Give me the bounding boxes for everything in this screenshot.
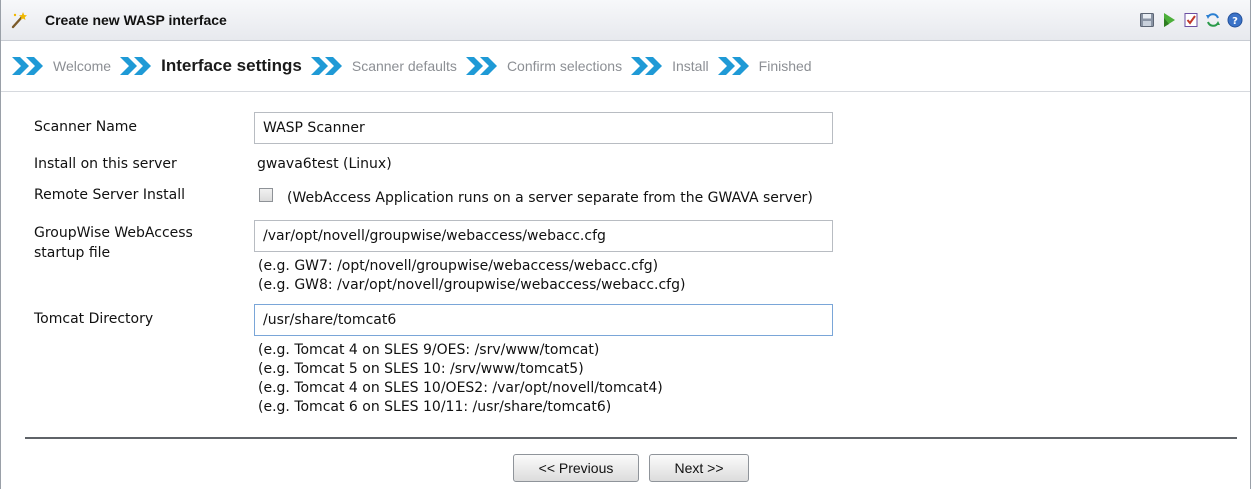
remote-install-checkbox[interactable]	[259, 188, 273, 202]
remote-install-description: (WebAccess Application runs on a server …	[287, 190, 813, 206]
wizard-wand-icon	[10, 11, 28, 29]
install-server-value: gwava6test (Linux)	[257, 156, 392, 172]
next-button[interactable]: Next >>	[649, 454, 749, 482]
step-chevron-icon	[120, 54, 154, 78]
wizard-step-label: Welcome	[53, 58, 112, 74]
tomcat-hint: (e.g. Tomcat 4 on SLES 9/OES: /srv/www/t…	[258, 342, 600, 358]
step-chevron-icon	[310, 54, 345, 78]
tomcat-hint: (e.g. Tomcat 5 on SLES 10: /srv/www/tomc…	[258, 361, 584, 377]
webaccess-file-label: GroupWise WebAccess	[34, 225, 193, 241]
tomcat-hint: (e.g. Tomcat 4 on SLES 10/OES2: /var/opt…	[258, 380, 663, 396]
wizard-step-label: Install	[672, 58, 709, 74]
run-icon[interactable]	[1161, 12, 1177, 28]
wizard-step-label: Finished	[758, 58, 812, 74]
step-chevron-icon	[12, 54, 46, 78]
step-chevron-icon	[717, 54, 752, 78]
checklist-icon[interactable]	[1183, 12, 1199, 28]
tomcat-dir-label: Tomcat Directory	[34, 311, 154, 327]
svg-text:?: ?	[1232, 16, 1238, 27]
webaccess-file-label-line2: startup file	[34, 245, 111, 261]
webaccess-file-input[interactable]	[254, 220, 833, 252]
step-chevron-icon	[631, 54, 665, 78]
wizard-step-label: Scanner defaults	[351, 58, 457, 74]
step-chevron-icon	[465, 54, 500, 78]
divider	[25, 437, 1237, 439]
help-icon[interactable]: ?	[1227, 12, 1243, 28]
install-server-label: Install on this server	[34, 156, 177, 172]
tomcat-hint: (e.g. Tomcat 6 on SLES 10/11: /usr/share…	[258, 399, 612, 415]
wizard-step-label: Confirm selections	[506, 58, 623, 74]
webaccess-hint: (e.g. GW8: /var/opt/novell/groupwise/web…	[258, 277, 686, 293]
window-title: Create new WASP interface	[45, 12, 227, 28]
wizard-step-label: Interface settings	[161, 56, 302, 75]
wizard-steps: Welcome Interface settings Scanner default…	[1, 41, 1250, 92]
scanner-name-label: Scanner Name	[34, 119, 138, 135]
toolbar: ?	[1139, 12, 1243, 28]
webaccess-hint: (e.g. GW7: /opt/novell/groupwise/webacce…	[258, 258, 659, 274]
previous-button[interactable]: << Previous	[513, 454, 639, 482]
refresh-icon[interactable]	[1205, 12, 1221, 28]
scanner-name-input[interactable]	[254, 112, 833, 144]
tomcat-dir-input[interactable]	[254, 304, 833, 336]
remote-install-label: Remote Server Install	[34, 187, 185, 203]
title-bar: Create new WASP interface ?	[1, 0, 1250, 41]
save-icon[interactable]	[1139, 12, 1155, 28]
